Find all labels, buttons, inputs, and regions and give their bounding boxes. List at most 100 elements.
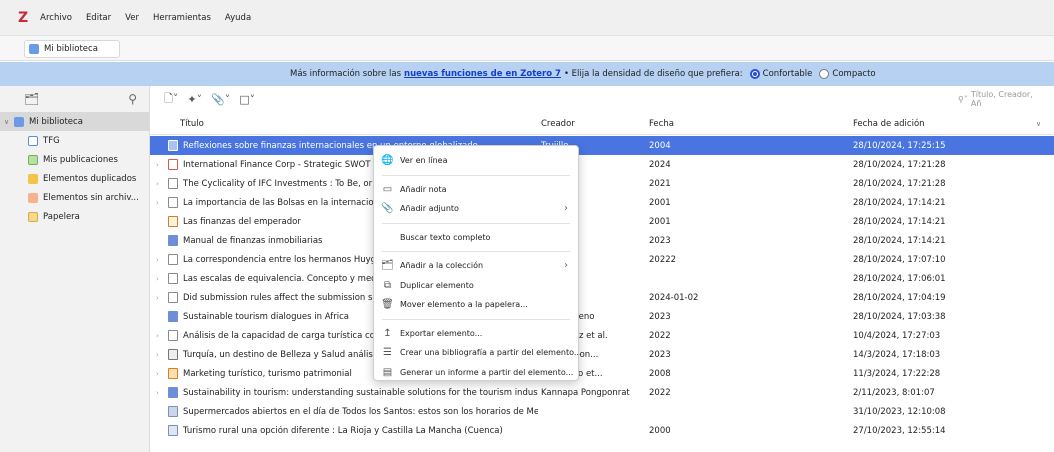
table-row[interactable]: Sustainable tourism dialogues in Africao… (150, 307, 1054, 326)
row-date-added: 31/10/2023, 12:10:08 (853, 406, 946, 417)
context-menu-item[interactable]: 🗑 Mover elemento a la papelera... (374, 295, 578, 315)
menu-herramientas[interactable]: Herramientas (153, 13, 211, 23)
note-icon: ▭ (382, 183, 393, 195)
table-row[interactable]: Supermercados abiertos en el día de Todo… (150, 402, 1054, 421)
chevron-right-icon[interactable]: › (156, 326, 166, 345)
sidebar-item-sin-archivar[interactable]: Elementos sin archiv... (0, 188, 149, 207)
row-title: Turismo rural una opción diferente : La … (183, 425, 503, 436)
magazine-icon (168, 368, 178, 379)
chevron-right-icon[interactable]: › (156, 288, 166, 307)
sidebar-item-label: TFG (43, 135, 60, 146)
chevron-right-icon[interactable]: › (156, 345, 166, 364)
menu-editar[interactable]: Editar (86, 13, 111, 23)
sidebar-item-mi-biblioteca[interactable]: ∨ Mi biblioteca (0, 112, 149, 131)
collections-sidebar: 🗂 ⚲ ∨ Mi biblioteca TFG Mis publicacione… (0, 86, 150, 452)
sidebar-item-tfg[interactable]: TFG (0, 131, 149, 150)
new-note-icon[interactable]: □˅ (239, 93, 255, 106)
chevron-right-icon[interactable]: › (156, 364, 166, 383)
chevron-right-icon[interactable]: › (156, 383, 166, 402)
menu-archivo[interactable]: Archivo (40, 13, 72, 23)
row-date: 2008 (649, 368, 671, 379)
sidebar-item-papelera[interactable]: Papelera (0, 207, 149, 226)
table-row[interactable]: › Análisis de la capacidad de carga turís… (150, 326, 1054, 345)
chevron-right-icon: › (564, 203, 568, 215)
newspaper-icon (168, 425, 178, 436)
table-row[interactable]: Las finanzas del emperadorin200128/10/20… (150, 212, 1054, 231)
menu-ver[interactable]: Ver (125, 13, 139, 23)
table-row[interactable]: Turismo rural una opción diferente : La … (150, 421, 1054, 440)
column-date[interactable]: Fecha (649, 114, 674, 134)
table-row[interactable]: › Did submission rules affect the submiss… (150, 288, 1054, 307)
table-row[interactable]: › The Cyclicality of IFC Investments : To… (150, 174, 1054, 193)
chevron-down-icon[interactable]: ∨ (4, 118, 14, 126)
context-menu-item[interactable]: 📎 Añadir adjunto › (374, 199, 578, 219)
sidebar-item-duplicados[interactable]: Elementos duplicados (0, 169, 149, 188)
table-row[interactable]: › La importancia de las Bolsas en la inte… (150, 193, 1054, 212)
column-creator[interactable]: Creador (541, 114, 575, 134)
new-features-link[interactable]: nuevas funciones de en Zotero 7 (404, 69, 561, 79)
document-icon (168, 273, 178, 284)
row-spacer (156, 212, 166, 231)
column-picker-icon[interactable]: ∨ (1036, 114, 1041, 134)
context-menu-item[interactable]: 🌐 Ver en línea (374, 151, 578, 171)
sidebar-item-mis-publicaciones[interactable]: Mis publicaciones (0, 150, 149, 169)
row-title: La correspondencia entre los hermanos Hu… (183, 254, 392, 265)
table-row[interactable]: › Sustainability in tourism: understandin… (150, 383, 1054, 402)
row-spacer (156, 421, 166, 440)
video-icon (168, 349, 178, 360)
menu-ayuda[interactable]: Ayuda (225, 13, 251, 23)
sidebar-search-icon[interactable]: ⚲ (128, 92, 137, 106)
new-collection-icon[interactable]: 🗂 (24, 92, 39, 106)
tab-mi-biblioteca[interactable]: Mi biblioteca (24, 40, 120, 58)
row-date: 2024 (649, 159, 671, 170)
table-row[interactable]: › Marketing turístico, turismo patrimonia… (150, 364, 1054, 383)
context-menu-item[interactable]: ▭ Añadir nota (374, 180, 578, 200)
context-menu-item[interactable]: ↥ Exportar elemento... (374, 324, 578, 344)
row-date: 2000 (649, 425, 671, 436)
chevron-right-icon[interactable]: › (156, 155, 166, 174)
row-creator: Kannapa Pongponrat (541, 387, 630, 398)
sidebar-toolbar: 🗂 ⚲ (0, 86, 149, 112)
density-compact-radio[interactable] (819, 69, 830, 79)
density-compact-label[interactable]: Compacto (832, 69, 875, 79)
table-row[interactable]: › Las escalas de equivalencia. Concepto y… (150, 269, 1054, 288)
context-menu-label: Buscar texto completo (400, 232, 491, 242)
add-attachment-icon[interactable]: 📎˅ (211, 93, 230, 106)
context-menu-item[interactable]: ⧉ Duplicar elemento (374, 276, 578, 296)
column-date-added[interactable]: Fecha de adición (853, 114, 925, 134)
row-date (649, 269, 839, 288)
menu-separator (382, 174, 570, 176)
new-item-icon[interactable]: 🗋˅ (164, 90, 178, 109)
table-row[interactable]: › International Finance Corp - Strategic … (150, 155, 1054, 174)
chevron-right-icon[interactable]: › (156, 269, 166, 288)
magic-wand-icon[interactable]: ✦˅ (187, 93, 202, 106)
row-date-added: 28/10/2024, 17:21:28 (853, 178, 946, 189)
row-spacer (156, 231, 166, 250)
chevron-right-icon[interactable]: › (156, 250, 166, 269)
library-icon (14, 116, 24, 127)
table-row[interactable]: › La correspondencia entre los hermanos H… (150, 250, 1054, 269)
context-menu-item[interactable]: Buscar texto completo (374, 228, 578, 248)
table-row[interactable]: Manual de finanzas inmobiliariasente2023… (150, 231, 1054, 250)
column-title[interactable]: Título (180, 114, 204, 134)
row-creator (541, 402, 647, 421)
context-menu-label: Mover elemento a la papelera... (400, 300, 528, 310)
search-box[interactable]: ⚲˅ Título, Creador, Añ (958, 90, 1054, 108)
context-menu-item[interactable]: 🗂 Añadir a la colección › (374, 256, 578, 276)
export-icon: ↥ (383, 327, 392, 339)
row-spacer (156, 307, 166, 326)
chevron-right-icon[interactable]: › (156, 174, 166, 193)
row-date-added: 28/10/2024, 17:21:28 (853, 159, 946, 170)
chevron-right-icon[interactable]: › (156, 193, 166, 212)
density-comfortable-radio[interactable] (749, 69, 760, 79)
collection-icon: 🗂 (381, 260, 394, 271)
bibliography-icon: ☰ (383, 347, 392, 358)
table-row[interactable]: › Turquía, un destino de Belleza y Salud … (150, 345, 1054, 364)
context-menu-item[interactable]: ▤ Generar un informe a partir del element… (374, 363, 578, 383)
search-input[interactable]: Título, Creador, Añ (971, 90, 1045, 108)
density-comfortable-label[interactable]: Confortable (763, 69, 813, 79)
table-row[interactable]: Reflexiones sobre finanzas internacional… (150, 136, 1054, 155)
zotero-logo-icon: Z (18, 9, 29, 26)
context-menu-item[interactable]: ☰ Crear una bibliografía a partir del ele… (374, 343, 581, 363)
report-icon (168, 159, 178, 170)
